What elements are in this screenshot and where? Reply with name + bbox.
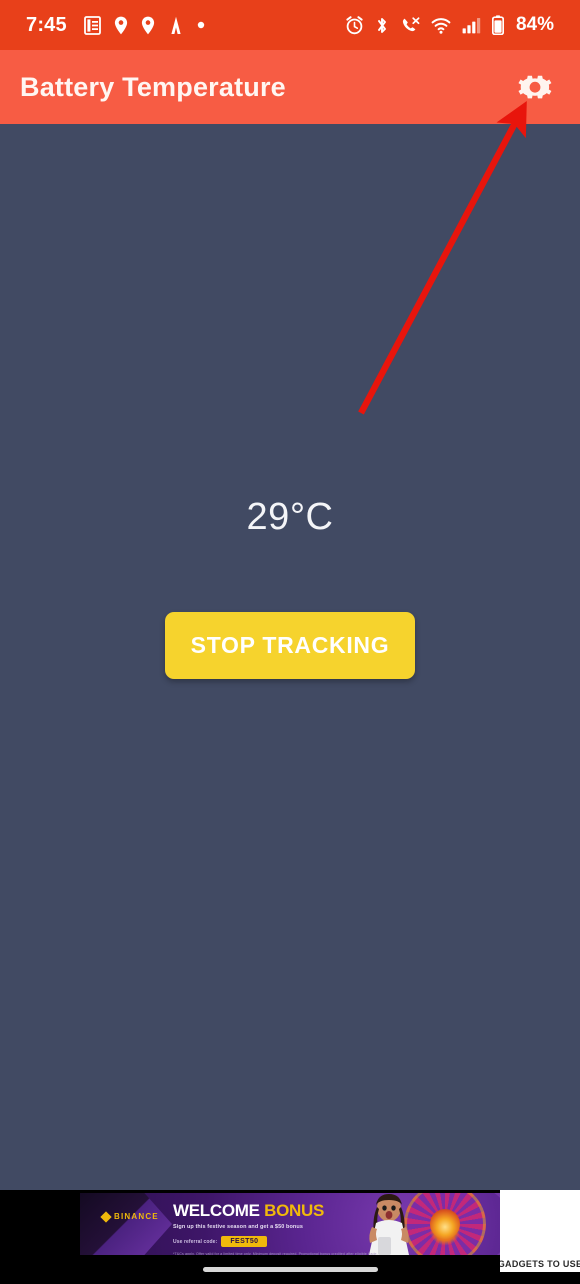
home-gesture-pill[interactable] [202,1267,378,1272]
main-content: 29°C STOP TRACKING [0,124,580,1190]
call-mute-icon [400,16,420,35]
ad-headline-secondary: BONUS [264,1201,325,1220]
system-navigation-bar [0,1255,580,1284]
page-title: Battery Temperature [20,71,286,102]
phone-screen: 7:45 84% Battery Temperature 29°C STOP T… [0,0,580,1284]
watermark-text: GADGETS TO USE [500,1256,580,1272]
settings-button[interactable] [512,64,558,110]
person-icon [168,16,184,35]
ad-promo-code-chip[interactable]: FEST50 [221,1236,268,1247]
location-pin-icon [114,16,128,35]
status-bar: 7:45 84% [0,0,580,50]
more-dot-icon [197,21,205,29]
battery-icon [491,15,505,36]
cellular-signal-icon [462,16,481,35]
ad-subtext: Sign up this festive season and get a $5… [173,1224,304,1230]
ad-code-label: Use referral code: [173,1238,218,1245]
battery-percent-label: 84% [515,14,554,35]
ad-headline-primary: WELCOME [173,1201,260,1220]
ad-copy-block: WELCOME BONUS Sign up this festive seaso… [173,1202,383,1255]
ad-terms-text: *T&Cs apply. Offer valid for a limited t… [173,1252,378,1255]
battery-temperature-reading: 29°C [246,495,334,538]
ad-banner[interactable]: BINANCE WELCOME BONUS Sign up this festi… [80,1193,500,1255]
gear-icon [513,65,557,109]
binance-diamond-icon [100,1210,112,1223]
app-bar: Battery Temperature [0,50,580,124]
tracking-panel: 29°C STOP TRACKING [0,124,580,1190]
stop-tracking-button[interactable]: STOP TRACKING [164,611,416,679]
alarm-icon [345,15,364,35]
location-pin-icon-2 [141,16,155,35]
ad-headline: WELCOME BONUS [173,1202,383,1219]
ad-referral-code-row: Use referral code: FEST50 [173,1236,383,1247]
notes-icon [83,15,101,35]
watermark-panel [500,1190,580,1262]
bluetooth-icon [375,16,389,35]
ad-brand-name: BINANCE [114,1212,159,1221]
ad-brand-logo: BINANCE [100,1210,159,1223]
status-clock: 7:45 [26,13,67,36]
status-bar-right: 84% [345,14,554,36]
status-bar-left: 7:45 [26,14,345,37]
wifi-icon [431,16,451,35]
